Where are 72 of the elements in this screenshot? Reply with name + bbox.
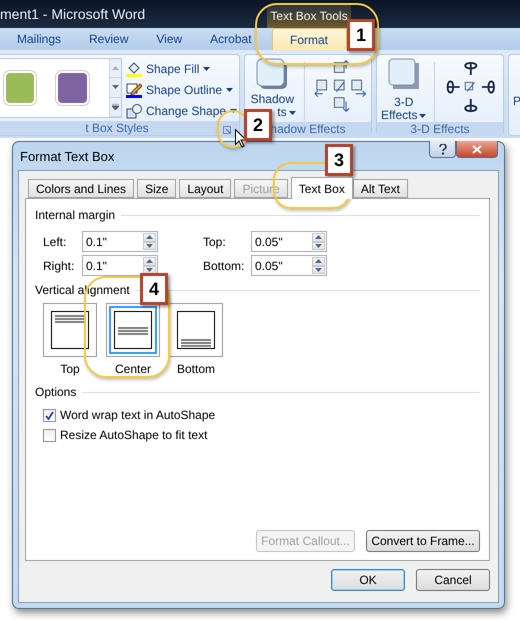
ribbon-tab[interactable]: Acrobat (198, 28, 264, 50)
checkbox[interactable] (43, 408, 56, 422)
ribbon-tab[interactable]: Format (272, 28, 347, 50)
expand-arrow-icon (112, 104, 119, 110)
ok-button[interactable]: OK (331, 569, 405, 591)
group-label: t Box Styles (0, 121, 239, 135)
checkbox-label: Resize AutoShape to fit text (60, 428, 208, 442)
caret-icon (230, 108, 238, 112)
mouse-cursor-icon (235, 129, 247, 148)
up-arrow-icon (112, 66, 119, 70)
dialog-tab[interactable]: Colors and Lines (28, 179, 134, 198)
help-icon (438, 144, 446, 154)
button-label[interactable]: Shadow (250, 93, 294, 106)
ribbon-command[interactable]: Shape Fill (126, 58, 238, 79)
ribbon-tab[interactable]: View (144, 28, 194, 50)
dialog-tab[interactable]: Alt Text (352, 179, 408, 198)
ribbon-command[interactable]: Shape Outline (126, 79, 238, 100)
cancel-button[interactable]: Cancel (416, 569, 490, 591)
dialog-title: Format Text Box (20, 148, 114, 164)
ribbon-button[interactable]: P (513, 95, 520, 108)
button-label[interactable]: ts (277, 106, 296, 119)
dialog-tab[interactable]: Text Box (290, 177, 353, 199)
section-heading: Options (35, 385, 76, 399)
step-number: 3 (325, 144, 353, 176)
shapes-icon (126, 102, 142, 118)
dialog-button[interactable]: Convert to Frame... (366, 530, 480, 552)
pencil-icon (126, 82, 142, 98)
caret-icon (226, 88, 234, 92)
dialog-tab[interactable]: Size (137, 179, 176, 198)
checkbox-label: Word wrap text in AutoShape (60, 408, 216, 422)
checkbox[interactable] (43, 428, 56, 442)
option-label: Bottom (176, 362, 215, 376)
3d-effects-button[interactable]: 3-D Effects (381, 58, 426, 122)
close-button[interactable] (456, 141, 498, 158)
step-number: 2 (244, 109, 272, 141)
caret-icon (288, 110, 296, 114)
option-label: Top (60, 362, 80, 376)
dialog-tab[interactable]: Layout (179, 179, 232, 198)
help-button[interactable] (429, 141, 456, 158)
alignment-drawing (114, 311, 152, 349)
alignment-option[interactable] (43, 303, 97, 357)
down-arrow-icon (112, 85, 119, 90)
context-tab-label: Text Box Tools (267, 4, 351, 28)
group-label: 3-D Effects (377, 122, 503, 136)
alignment-drawing (177, 311, 215, 349)
section-heading: Internal margin (35, 208, 116, 222)
3d-square-icon (388, 58, 420, 90)
dialog-launcher-icon[interactable] (223, 126, 231, 134)
field-label: Top: (203, 234, 227, 248)
nudge-shadow-drawing[interactable] (312, 58, 367, 114)
window-title: ment1 - Microsoft Word (0, 5, 146, 24)
field-label: Left: (43, 234, 68, 248)
step-number: 1 (347, 19, 375, 51)
close-icon (472, 144, 482, 154)
field-label: Right: (43, 258, 76, 272)
field-label: Bottom: (203, 258, 246, 272)
alignment-drawing (51, 311, 89, 349)
alignment-option[interactable] (106, 303, 160, 357)
caret-icon (419, 114, 426, 118)
alignment-option[interactable] (169, 303, 223, 357)
ribbon-command[interactable]: Change Shape (126, 100, 238, 121)
style-swatch[interactable] (4, 71, 36, 105)
style-swatch[interactable] (56, 71, 89, 105)
caret-icon (203, 66, 210, 70)
more-button[interactable] (110, 98, 121, 117)
ribbon-tab[interactable]: Review (77, 28, 140, 50)
paint-bucket-icon (126, 60, 142, 76)
option-label: Center (114, 362, 152, 376)
shadow-square-icon[interactable] (256, 58, 288, 90)
step-number: 4 (140, 273, 168, 305)
scroll-down-button[interactable] (110, 78, 121, 98)
ribbon-tab[interactable]: Mailings (5, 28, 74, 50)
